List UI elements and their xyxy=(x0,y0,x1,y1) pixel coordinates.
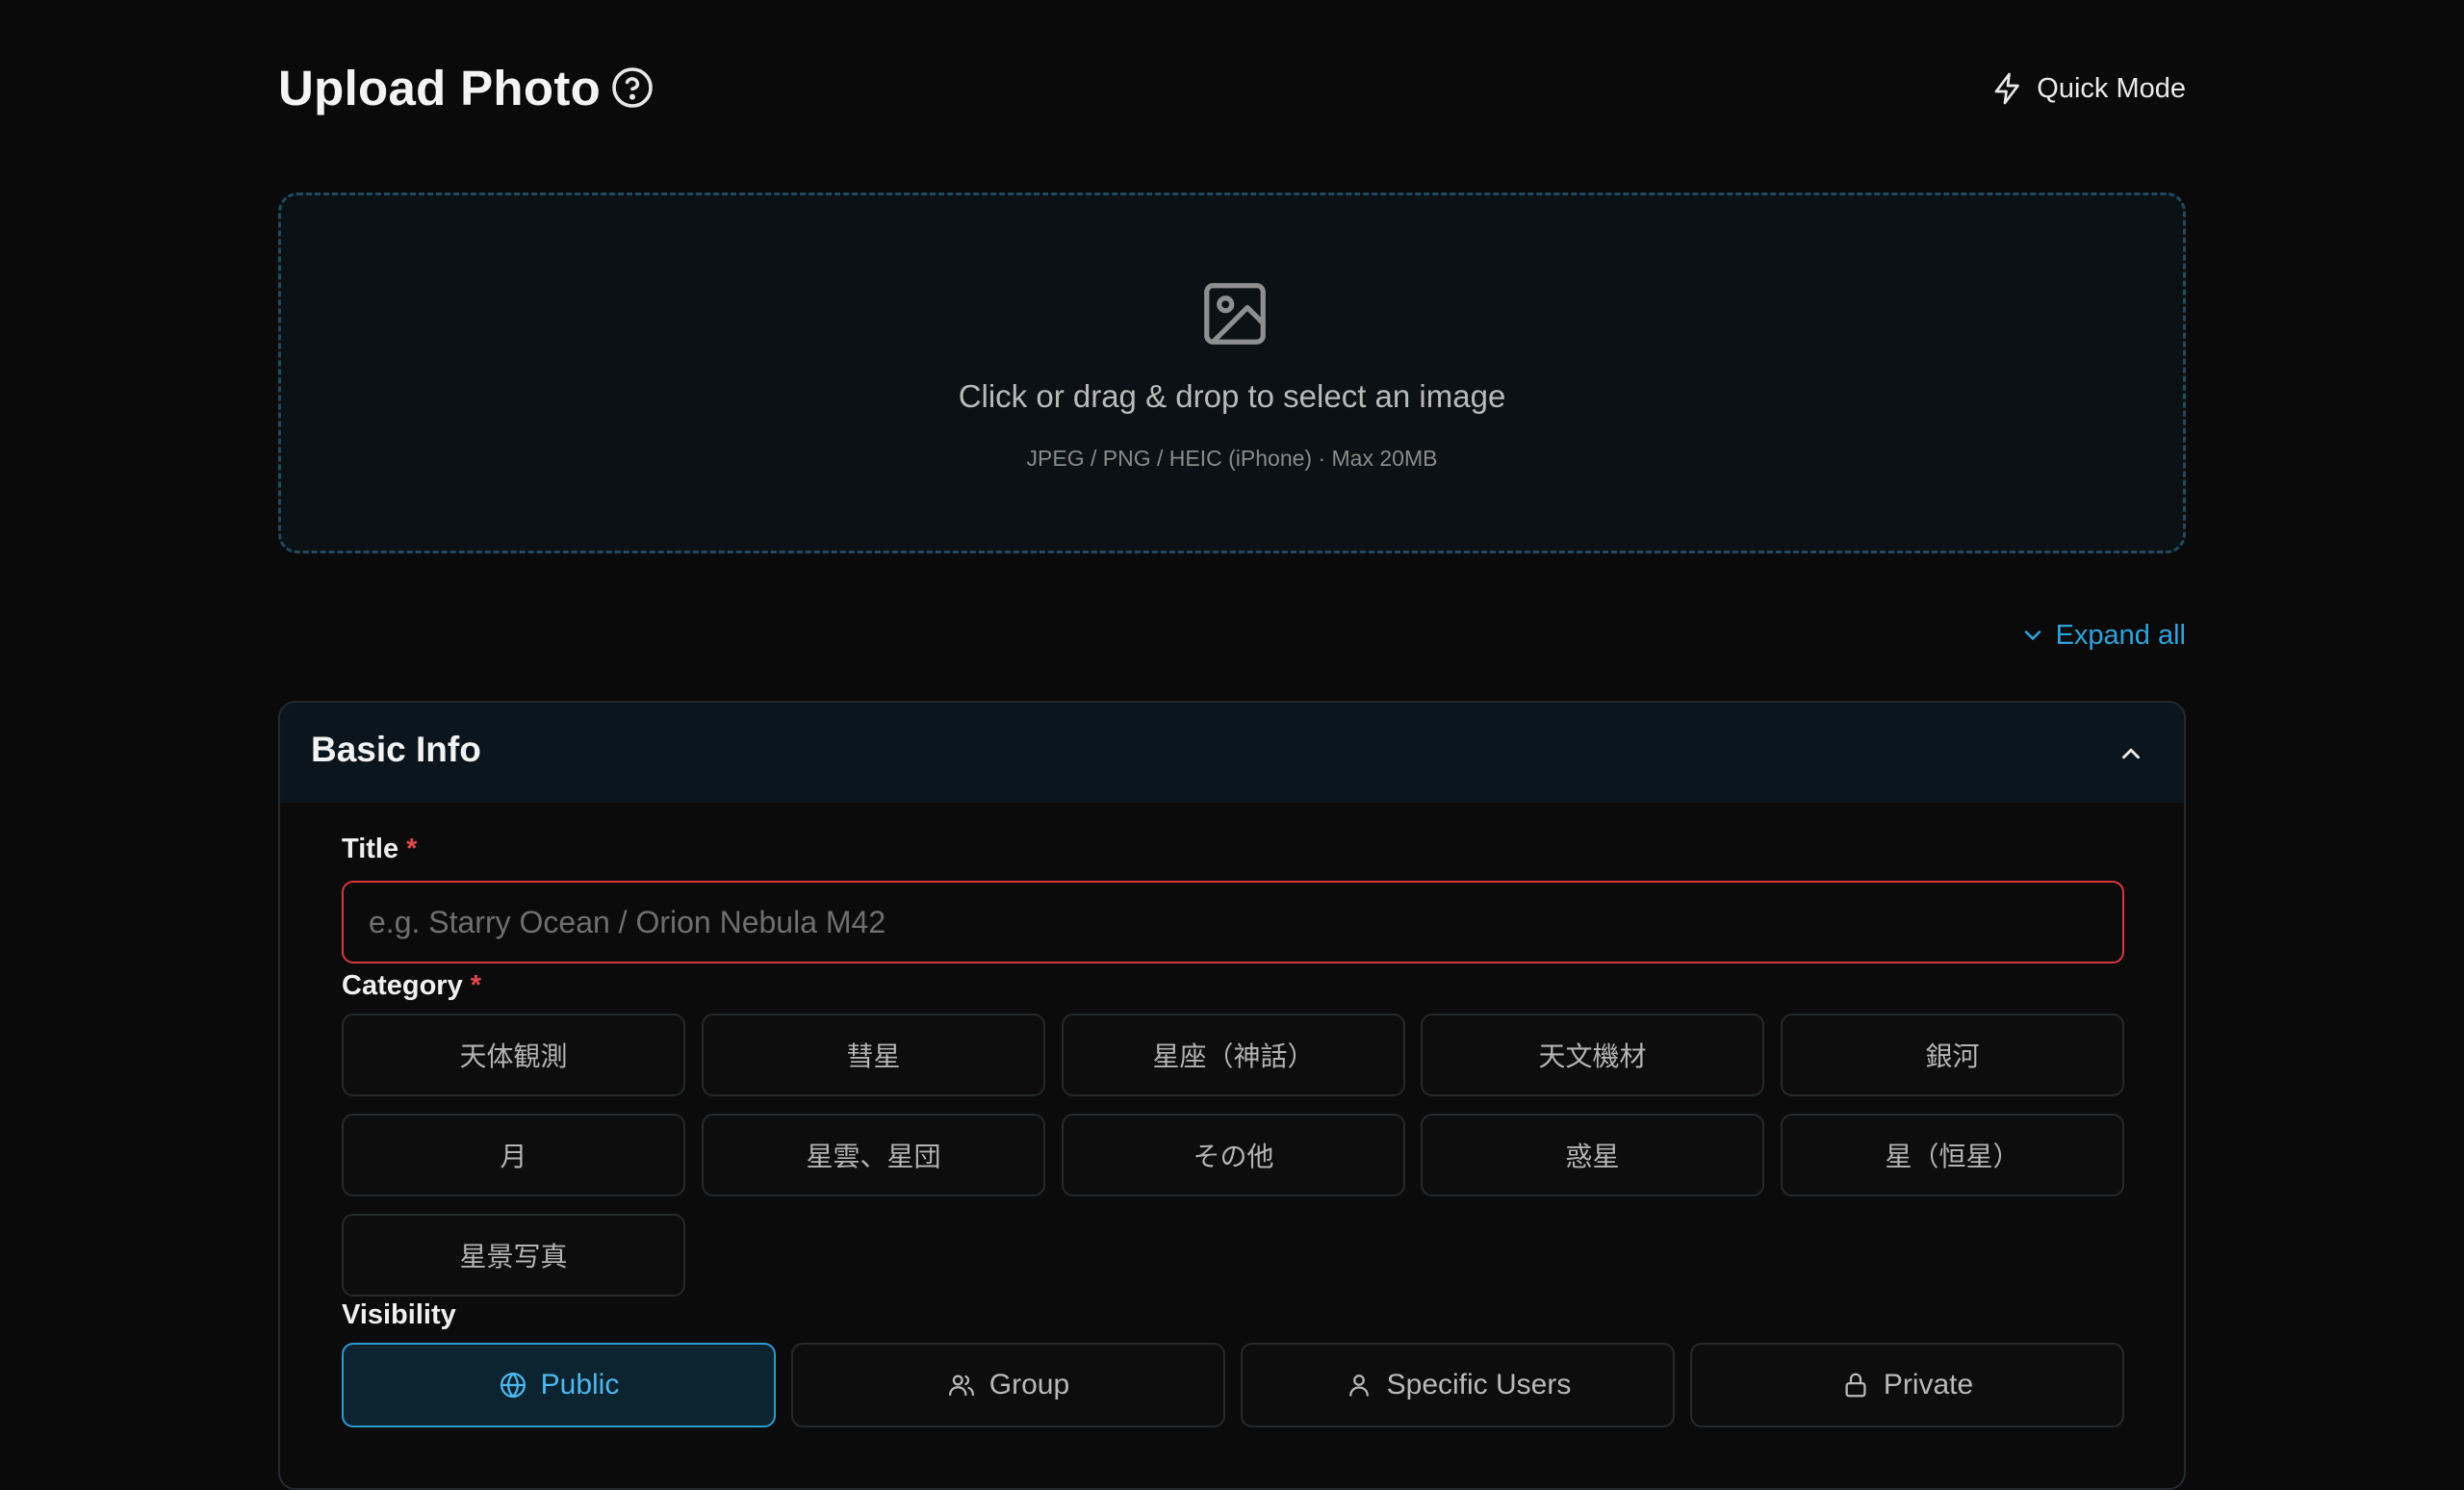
quick-mode-label: Quick Mode xyxy=(2037,72,2186,104)
expand-all-label: Expand all xyxy=(2055,619,2186,651)
required-mark: * xyxy=(406,834,418,864)
category-option[interactable]: 天文機材 xyxy=(1421,1014,1764,1096)
lightning-icon xyxy=(1994,72,2020,105)
visibility-label-text: Specific Users xyxy=(1386,1369,1572,1400)
users-icon xyxy=(948,1374,974,1397)
visibility-label-text: Group xyxy=(988,1369,1070,1400)
page-title: Upload Photo xyxy=(278,61,602,116)
visibility-group-button[interactable]: Group xyxy=(791,1343,1225,1427)
dropzone-subtext: JPEG / PNG / HEIC (iPhone) · Max 20MB xyxy=(1026,446,1438,471)
visibility-public-button[interactable]: Public xyxy=(342,1343,776,1427)
visibility-private-button[interactable]: Private xyxy=(1690,1343,2124,1427)
category-option[interactable]: 星雲、星団 xyxy=(702,1114,1045,1196)
visibility-label-text: Public xyxy=(540,1369,620,1400)
quick-mode-button[interactable]: Quick Mode xyxy=(1990,67,2186,110)
visibility-label-text: Private xyxy=(1883,1369,1974,1400)
category-label-text: Category xyxy=(342,970,463,1001)
user-icon xyxy=(1348,1374,1369,1397)
visibility-options: Public Group Specific Users Private xyxy=(342,1343,2124,1427)
category-option[interactable]: その他 xyxy=(1062,1114,1405,1196)
lock-icon xyxy=(1845,1373,1866,1398)
expand-all-button[interactable]: Expand all xyxy=(2019,616,2186,655)
category-label: Category * xyxy=(342,970,481,1002)
visibility-label: Visibility xyxy=(342,1299,456,1330)
category-option[interactable]: 月 xyxy=(342,1114,685,1196)
dropzone-text: Click or drag & drop to select an image xyxy=(958,378,1506,414)
required-mark: * xyxy=(470,970,481,1001)
category-option[interactable]: 星景写真 xyxy=(342,1214,685,1297)
category-option[interactable]: 星（恒星） xyxy=(1781,1114,2124,1196)
chevron-up-icon xyxy=(2122,748,2140,759)
basic-info-section: Basic Info Title* Category* 天体観測 彗星 星座（神… xyxy=(278,701,2186,1490)
question-circle-icon[interactable] xyxy=(609,64,655,111)
image-dropzone[interactable]: Click or drag & drop to select an image … xyxy=(278,193,2186,553)
section-title: Basic Info xyxy=(311,730,481,769)
chevron-down-icon xyxy=(2024,630,2040,640)
title-label-text: Title xyxy=(342,834,399,864)
page-header: Upload Photo Quick Mode xyxy=(278,54,2186,121)
category-option[interactable]: 惑星 xyxy=(1421,1114,1764,1196)
category-option[interactable]: 天体観測 xyxy=(342,1014,685,1096)
globe-icon xyxy=(500,1373,526,1398)
title-label: Title * xyxy=(342,834,417,865)
visibility-specific-users-button[interactable]: Specific Users xyxy=(1241,1343,1675,1427)
image-icon xyxy=(1204,283,1266,345)
category-option[interactable]: 銀河 xyxy=(1781,1014,2124,1096)
basic-info-header[interactable]: Basic Info xyxy=(280,703,2184,803)
category-option[interactable]: 彗星 xyxy=(702,1014,1045,1096)
title-input[interactable] xyxy=(342,881,2124,963)
category-option[interactable]: 星座（神話） xyxy=(1062,1014,1405,1096)
